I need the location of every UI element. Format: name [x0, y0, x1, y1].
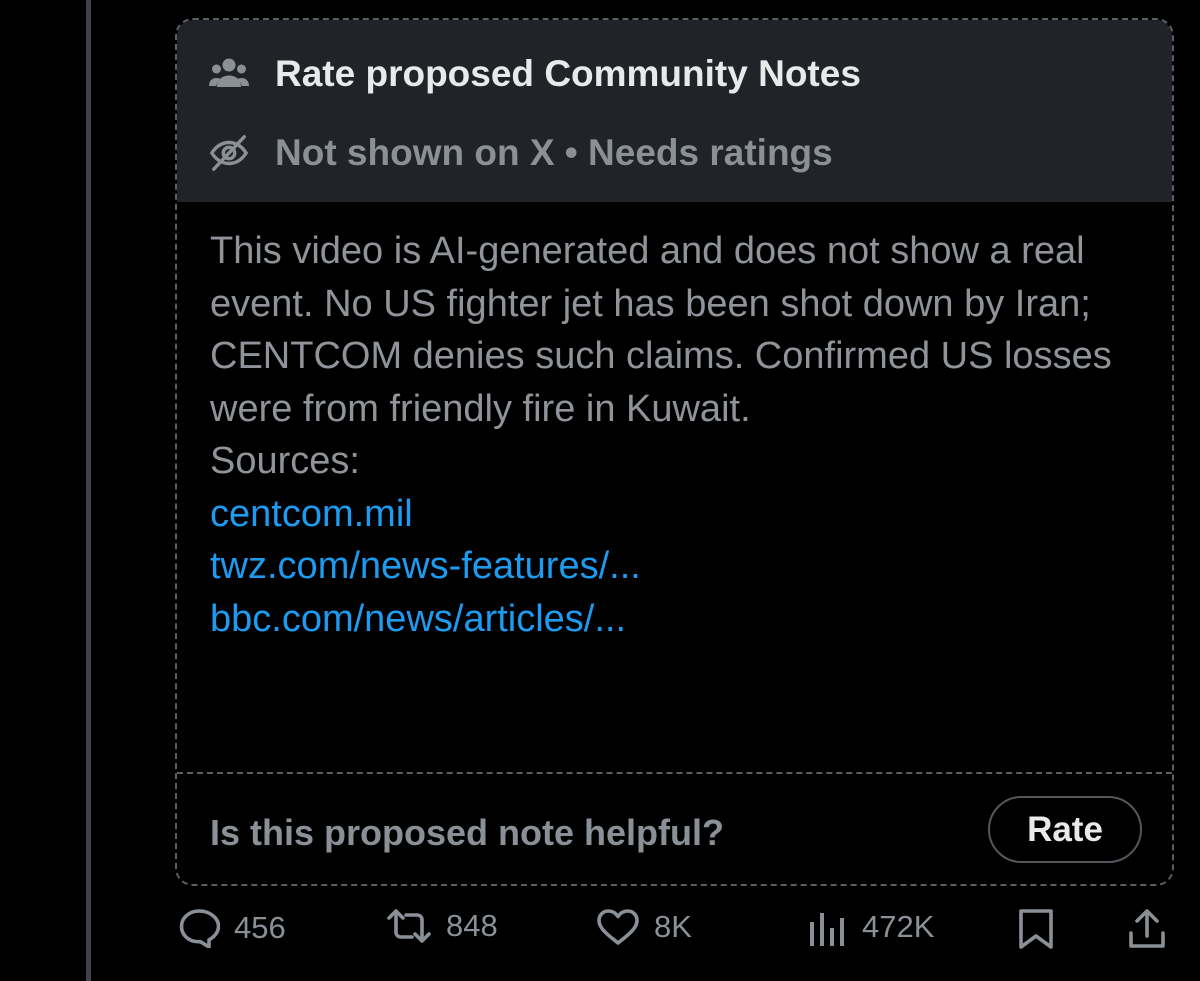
- people-icon: [209, 54, 249, 94]
- note-title-row[interactable]: Rate proposed Community Notes: [209, 53, 861, 95]
- community-note-card: Rate proposed Community Notes Not shown …: [175, 18, 1174, 886]
- note-text: This video is AI-generated and does not …: [210, 230, 1112, 430]
- helpful-question: Is this proposed note helpful?: [210, 812, 725, 853]
- repost-count: 848: [446, 908, 498, 943]
- bookmark-icon: [1017, 908, 1055, 950]
- note-body: This video is AI-generated and does not …: [210, 225, 1160, 645]
- like-count: 8K: [654, 909, 692, 944]
- rate-button[interactable]: Rate: [988, 796, 1142, 863]
- footer-divider: [177, 772, 1172, 774]
- like-icon: [596, 908, 640, 946]
- repost-button[interactable]: 848: [386, 908, 498, 944]
- share-button[interactable]: [1127, 908, 1167, 950]
- reply-count: 456: [234, 910, 286, 945]
- thread-line: [86, 0, 91, 981]
- views-button[interactable]: 472K: [808, 908, 934, 946]
- bookmark-button[interactable]: [1017, 908, 1055, 950]
- source-link[interactable]: twz.com/news-features/...: [210, 540, 1160, 593]
- source-link[interactable]: centcom.mil: [210, 488, 1160, 541]
- reply-button[interactable]: 456: [178, 908, 286, 948]
- share-icon: [1127, 908, 1167, 950]
- eye-slash-icon: [209, 133, 249, 173]
- source-link[interactable]: bbc.com/news/articles/...: [210, 593, 1160, 646]
- views-count: 472K: [862, 909, 935, 944]
- action-bar: 456 848 8K 472K: [0, 908, 1200, 960]
- repost-icon: [386, 908, 432, 944]
- reply-icon: [178, 908, 220, 948]
- note-title: Rate proposed Community Notes: [275, 53, 861, 94]
- note-status: Not shown on X • Needs ratings: [275, 132, 833, 173]
- views-icon: [808, 908, 848, 946]
- sources-label: Sources:: [210, 440, 360, 482]
- note-status-row: Not shown on X • Needs ratings: [209, 132, 833, 174]
- note-header: Rate proposed Community Notes Not shown …: [177, 20, 1172, 202]
- like-button[interactable]: 8K: [596, 908, 692, 946]
